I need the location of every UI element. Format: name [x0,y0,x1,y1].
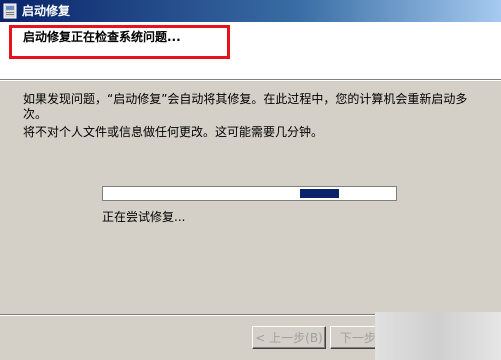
info-paragraph-2: 将不对个人文件或信息做任何更改。这可能需要几分钟。 [23,125,324,139]
window-title: 启动修复 [22,4,71,18]
back-button[interactable]: < 上一步(B) [252,326,326,349]
progress-bar [102,186,397,201]
startup-repair-icon [3,3,17,19]
header-divider [0,80,501,81]
wizard-header: 启动修复正在检查系统问题... [0,22,501,80]
page-title: 启动修复正在检查系统问题... [23,30,181,44]
info-paragraph-1: 如果发现问题，“启动修复”会自动将其修复。在此过程中，您的计算机会重新启动多次。 [23,92,468,121]
title-bar[interactable]: 启动修复 [0,0,501,22]
blurred-region [375,312,501,360]
progress-status: 正在尝试修复... [102,210,186,224]
progress-chunk [300,189,339,198]
